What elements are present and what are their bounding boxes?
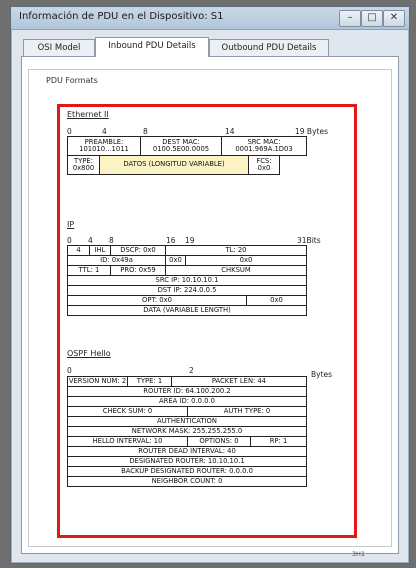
ip-ruler-0: 0 [67,236,72,245]
ip-ruler-bits: 31Bits [297,236,321,245]
ospf-title: OSPF Hello [67,349,111,358]
tab-osi-model[interactable]: OSI Model [23,39,95,56]
ospf-ruler-0: 0 [67,366,72,375]
ip-ruler-16: 16 [166,236,176,245]
eth-ruler-0: 0 [67,127,72,136]
eth-ruler-8: 8 [143,127,148,136]
eth-ruler-4: 4 [102,127,107,136]
ospf-ruler-2: 2 [189,366,194,375]
ip-data: DATA (VARIABLE LENGTH) [67,305,307,316]
ethernet-title: Ethernet II [67,110,109,119]
eth-preamble: PREAMBLE: 101010...1011 [67,136,141,156]
pdu-formats-legend: PDU Formats [43,76,101,85]
status-bar: 3H1 [11,549,409,563]
eth-type: TYPE: 0x800 [67,155,100,175]
ip-ruler-8: 8 [109,236,114,245]
eth-ruler-bytes: 19 Bytes [295,127,328,136]
tab-outbound-pdu-details[interactable]: Outbound PDU Details [209,39,329,56]
eth-dest-mac: DEST MAC: 0100.5E00.0005 [140,136,222,156]
eth-ruler-14: 14 [225,127,235,136]
status-text: 3H1 [351,550,365,558]
ip-title: IP [67,220,75,229]
maximize-icon[interactable]: □ [361,10,383,27]
close-icon[interactable]: ✕ [383,10,405,27]
pdu-formats-group: PDU Formats Ethernet II 0 4 8 14 19 Byte… [28,69,392,547]
title-bar: Información de PDU en el Dispositivo: S1… [11,7,409,30]
tab-inbound-pdu-details[interactable]: Inbound PDU Details [95,37,209,57]
pdu-info-window: Información de PDU en el Dispositivo: S1… [10,6,410,564]
tab-strip: OSI Model Inbound PDU Details Outbound P… [21,37,399,57]
ospf-neighbor-count: NEIGHBOR COUNT: 0 [67,476,307,487]
ip-ruler-19: 19 [185,236,195,245]
ospf-ruler-bytes: Bytes [311,370,333,379]
minimize-icon[interactable]: – [339,10,361,27]
tab-panel: PDU Formats Ethernet II 0 4 8 14 19 Byte… [21,56,399,554]
window-title: Información de PDU en el Dispositivo: S1 [19,11,224,22]
eth-data: DATOS (LONGITUD VARIABLE) [99,155,249,175]
eth-fcs: FCS: 0x0 [248,155,280,175]
ip-ruler-4: 4 [88,236,93,245]
eth-src-mac: SRC MAC: 0001.969A.1D03 [221,136,307,156]
